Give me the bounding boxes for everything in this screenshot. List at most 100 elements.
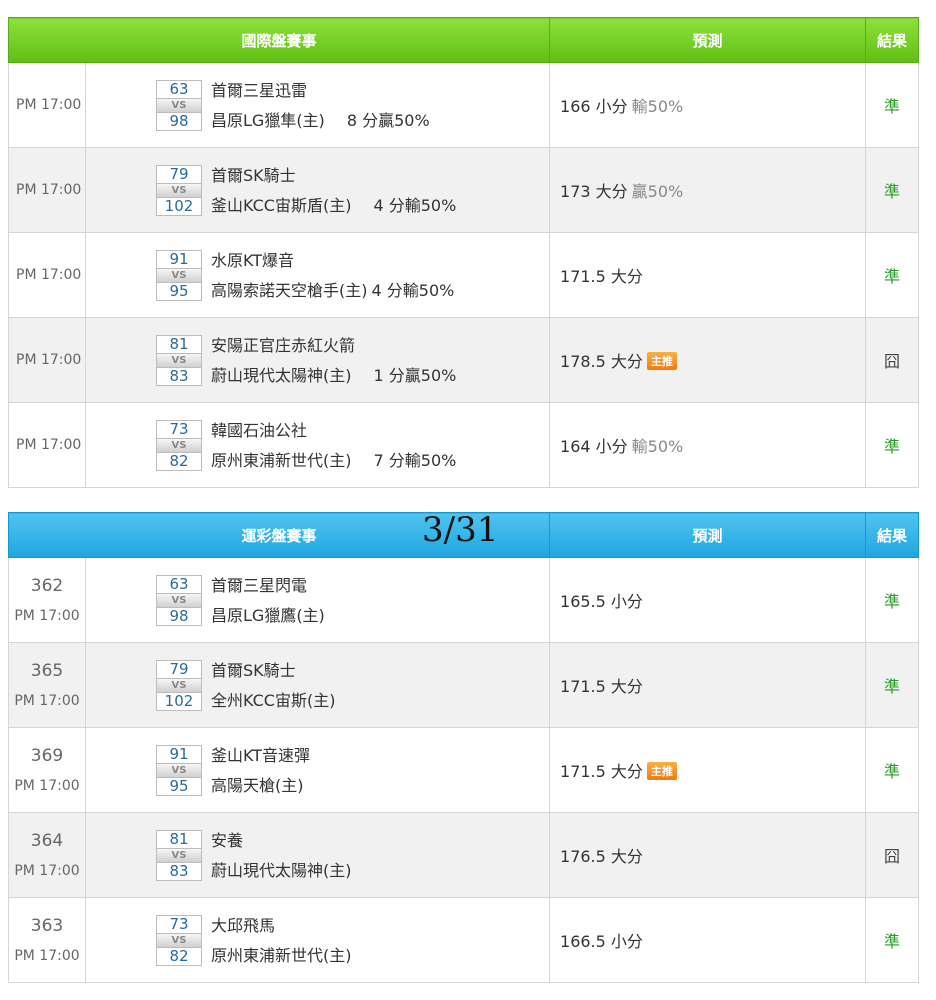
home-team-link[interactable]: 原州東浦新世代(主) (211, 451, 352, 470)
away-team-link[interactable]: 釜山KT音速彈 (211, 747, 310, 764)
away-team-link[interactable]: 首爾三星迅雷 (211, 82, 430, 99)
vs-label: VS (157, 592, 201, 608)
result-badge: 準 (865, 557, 920, 643)
table-row: PM 17:00 79 VS 102 首爾SK騎士 釜山KCC宙斯盾(主) 4 分… (8, 147, 920, 233)
prediction-value: 178.5 大分 (560, 352, 643, 371)
match-cell: 63 VS 98 首爾三星閃電 昌原LG獵鷹(主) (84, 557, 551, 643)
table-row: 365 PM 17:00 79 VS 102 首爾SK騎士 全州KCC宙斯(主) … (8, 642, 920, 728)
home-team-link[interactable]: 高陽索諾天空槍手(主) (211, 281, 368, 300)
score-box: 79 VS 102 (156, 659, 202, 711)
prediction-value: 164 小分 (560, 437, 628, 456)
handicap-text: 4 分輸50% (371, 280, 455, 300)
away-score: 73 (169, 419, 189, 438)
prediction-outcome: 輸50% (631, 437, 684, 456)
vs-label: VS (157, 182, 201, 198)
away-team-link[interactable]: 安陽正官庄赤紅火箭 (211, 337, 456, 354)
away-team-link[interactable]: 首爾SK騎士 (211, 662, 335, 679)
game-id-time-cell: 369 PM 17:00 (8, 727, 86, 813)
handicap-text: 8 分贏50% (346, 110, 430, 130)
vs-label: VS (157, 437, 201, 453)
game-id-time-cell: 365 PM 17:00 (8, 642, 86, 728)
international-result-header: 結果 (865, 17, 920, 63)
table-row: 362 PM 17:00 63 VS 98 首爾三星閃電 昌原LG獵鷹(主) 16… (8, 557, 920, 643)
result-badge: 囧 (865, 317, 920, 403)
home-score: 98 (169, 606, 189, 625)
vs-label: VS (157, 267, 201, 283)
prediction-cell: 171.5 大分 (549, 642, 867, 728)
prediction-cell: 171.5 大分 主推 (549, 727, 867, 813)
prediction-value: 166 小分 (560, 97, 628, 116)
lottery-schedule-table: 運彩盤賽事 預測 結果 362 PM 17:00 63 VS 98 首爾三星閃電 … (7, 512, 920, 983)
game-id: 363 (30, 916, 64, 936)
date-label: 3/31 (422, 510, 499, 550)
match-cell: 63 VS 98 首爾三星迅雷 昌原LG獵隼(主) 8 分贏50% (84, 62, 551, 148)
score-box: 91 VS 95 (156, 249, 202, 301)
score-box: 73 VS 82 (156, 419, 202, 471)
score-box: 91 VS 95 (156, 744, 202, 796)
away-team-link[interactable]: 大邱飛馬 (211, 917, 352, 934)
home-score: 95 (169, 776, 189, 795)
match-cell: 73 VS 82 大邱飛馬 原州東浦新世代(主) (84, 897, 551, 983)
away-team-link[interactable]: 安養 (211, 832, 352, 849)
vs-label: VS (157, 762, 201, 778)
vs-label: VS (157, 97, 201, 113)
home-team-link[interactable]: 蔚山現代太陽神(主) (211, 862, 352, 879)
game-id-time-cell: 364 PM 17:00 (8, 812, 86, 898)
result-badge: 準 (865, 62, 920, 148)
table-row: PM 17:00 63 VS 98 首爾三星迅雷 昌原LG獵隼(主) 8 分贏50… (8, 62, 920, 148)
prediction-cell: 164 小分 輸50% (549, 402, 867, 488)
away-score: 63 (169, 574, 189, 593)
game-time: PM 17:00 (8, 317, 86, 403)
home-score: 82 (169, 946, 189, 965)
match-cell: 81 VS 83 安養 蔚山現代太陽神(主) (84, 812, 551, 898)
home-score: 95 (169, 281, 189, 300)
result-badge: 準 (865, 402, 920, 488)
table-row: PM 17:00 91 VS 95 水原KT爆音 高陽索諾天空槍手(主) 4 分輸… (8, 232, 920, 318)
home-team-link[interactable]: 高陽天槍(主) (211, 777, 310, 794)
score-box: 73 VS 82 (156, 914, 202, 966)
home-team-link[interactable]: 昌原LG獵隼(主) (211, 111, 325, 130)
home-team-link[interactable]: 全州KCC宙斯(主) (211, 692, 335, 709)
handicap-text: 7 分輸50% (373, 450, 457, 470)
game-id: 369 (30, 746, 64, 766)
home-score: 102 (164, 691, 194, 710)
game-time: PM 17:00 (14, 608, 80, 624)
away-score: 79 (169, 164, 189, 183)
home-team-link[interactable]: 原州東浦新世代(主) (211, 947, 352, 964)
home-team-link[interactable]: 釜山KCC宙斯盾(主) (211, 196, 351, 215)
away-team-link[interactable]: 首爾SK騎士 (211, 167, 456, 184)
prediction-cell: 176.5 大分 (549, 812, 867, 898)
prediction-value: 165.5 小分 (560, 592, 643, 611)
match-cell: 81 VS 83 安陽正官庄赤紅火箭 蔚山現代太陽神(主) 1 分贏50% (84, 317, 551, 403)
away-score: 91 (169, 249, 189, 268)
away-score: 79 (169, 659, 189, 678)
international-header-row: 國際盤賽事 預測 結果 (7, 17, 920, 63)
home-score: 98 (169, 111, 189, 130)
vs-label: VS (157, 352, 201, 368)
featured-pick-badge: 主推 (646, 352, 677, 370)
table-row: 364 PM 17:00 81 VS 83 安養 蔚山現代太陽神(主) 176.5… (8, 812, 920, 898)
prediction-cell: 178.5 大分 主推 (549, 317, 867, 403)
prediction-cell: 171.5 大分 (549, 232, 867, 318)
game-id-time-cell: 363 PM 17:00 (8, 897, 86, 983)
away-team-link[interactable]: 首爾三星閃電 (211, 577, 325, 594)
result-badge: 準 (865, 642, 920, 728)
away-team-link[interactable]: 水原KT爆音 (211, 252, 454, 269)
home-team-link[interactable]: 昌原LG獵鷹(主) (211, 607, 325, 624)
lottery-result-header: 結果 (865, 512, 920, 558)
score-box: 63 VS 98 (156, 574, 202, 626)
home-score: 83 (169, 366, 189, 385)
prediction-cell: 166.5 小分 (549, 897, 867, 983)
vs-label: VS (157, 932, 201, 948)
away-score: 63 (169, 79, 189, 98)
result-badge: 囧 (865, 812, 920, 898)
prediction-value: 176.5 大分 (560, 847, 643, 866)
home-score: 102 (164, 196, 194, 215)
home-team-link[interactable]: 蔚山現代太陽神(主) (211, 366, 352, 385)
away-team-link[interactable]: 韓國石油公社 (211, 422, 456, 439)
result-badge: 準 (865, 147, 920, 233)
game-id: 365 (30, 661, 64, 681)
prediction-cell: 165.5 小分 (549, 557, 867, 643)
game-time: PM 17:00 (8, 402, 86, 488)
score-box: 81 VS 83 (156, 829, 202, 881)
